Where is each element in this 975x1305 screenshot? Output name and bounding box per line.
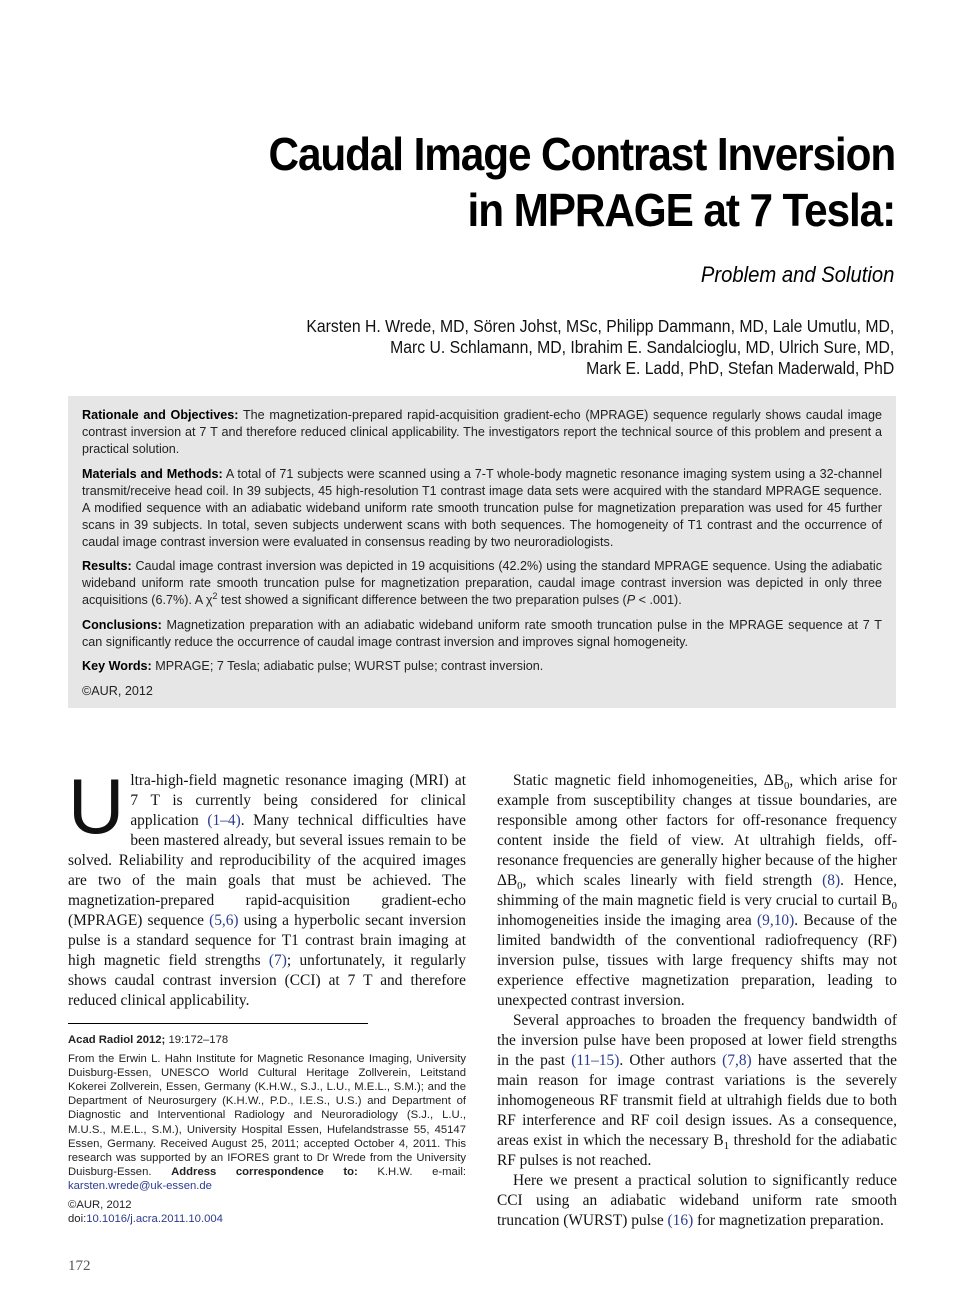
text: K.H.W. e-mail: bbox=[357, 1165, 466, 1178]
text: for magnetization preparation. bbox=[693, 1212, 884, 1229]
text: , which scales linearly with field stren… bbox=[522, 872, 823, 889]
drop-cap: U bbox=[68, 762, 125, 850]
intro-paragraph: Ultra-high-field magnetic resonance imag… bbox=[68, 762, 466, 1011]
article-title: Caudal Image Contrast Inversion in MPRAG… bbox=[268, 126, 896, 238]
section-label: Materials and Methods: bbox=[82, 466, 223, 481]
affiliations: From the Erwin L. Hahn Institute for Mag… bbox=[68, 1052, 466, 1193]
body-paragraph: Several approaches to broaden the freque… bbox=[497, 1011, 897, 1171]
page-number: 172 bbox=[68, 1258, 91, 1274]
footnote: Acad Radiol 2012; 19:172–178 From the Er… bbox=[68, 1033, 466, 1231]
body-paragraph: Static magnetic field inhomogeneities, Δ… bbox=[497, 771, 897, 1011]
body-column-right: Static magnetic field inhomogeneities, Δ… bbox=[497, 771, 897, 1231]
citation-link[interactable]: (8) bbox=[822, 872, 840, 889]
section-label: Results: bbox=[82, 559, 132, 573]
abstract-copyright: ©AUR, 2012 bbox=[82, 683, 153, 698]
author-line: Mark E. Ladd, PhD, Stefan Maderwald, PhD bbox=[585, 358, 894, 378]
title-line-2: in MPRAGE at 7 Tesla: bbox=[467, 184, 896, 236]
abstract-results: Results: Caudal image contrast inversion… bbox=[82, 558, 882, 609]
citation-link[interactable]: (11–15) bbox=[571, 1052, 619, 1069]
section-text: MPRAGE; 7 Tesla; adiabatic pulse; WURST … bbox=[151, 659, 544, 673]
section-text: test showed a significant difference bet… bbox=[217, 593, 627, 607]
citation-link[interactable]: (16) bbox=[668, 1212, 694, 1229]
section-label: Conclusions: bbox=[82, 617, 162, 632]
text: Static magnetic field inhomogeneities, Δ… bbox=[513, 772, 784, 789]
citation-link[interactable]: (7) bbox=[269, 952, 287, 969]
abstract-conclusions: Conclusions: Magnetization preparation w… bbox=[82, 617, 882, 651]
correspondence-label: Address correspondence to: bbox=[171, 1165, 358, 1178]
section-text: < .001). bbox=[635, 593, 682, 607]
citation-link[interactable]: (5,6) bbox=[209, 912, 239, 929]
email-link[interactable]: karsten.wrede@uk-essen.de bbox=[68, 1180, 212, 1192]
citation-link[interactable]: (1–4) bbox=[207, 812, 240, 829]
doi-link[interactable]: 10.1016/j.acra.2011.10.004 bbox=[86, 1213, 223, 1225]
journal-name: Acad Radiol 2012; bbox=[68, 1034, 166, 1046]
section-label: Rationale and Objectives: bbox=[82, 408, 239, 422]
section-label: Key Words: bbox=[82, 659, 152, 673]
citation-link[interactable]: (9,10) bbox=[757, 912, 794, 929]
doi-line: doi:10.1016/j.acra.2011.10.004 bbox=[68, 1212, 466, 1226]
section-text: Magnetization preparation with an adiaba… bbox=[82, 617, 882, 649]
author-line: Karsten H. Wrede, MD, Sören Johst, MSc, … bbox=[306, 316, 894, 336]
author-line: Marc U. Schlamann, MD, Ibrahim E. Sandal… bbox=[389, 337, 894, 357]
citation-link[interactable]: (7,8) bbox=[722, 1052, 752, 1069]
body-column-left: Ultra-high-field magnetic resonance imag… bbox=[68, 762, 466, 1011]
abstract-rationale: Rationale and Objectives: The magnetizat… bbox=[82, 407, 882, 458]
abstract-methods: Materials and Methods: A total of 71 sub… bbox=[82, 466, 882, 551]
doi-label: doi: bbox=[68, 1213, 87, 1226]
volume-pages: 19:172–178 bbox=[165, 1034, 229, 1046]
text: From the Erwin L. Hahn Institute for Mag… bbox=[68, 1053, 466, 1178]
abstract-box: Rationale and Objectives: The magnetizat… bbox=[68, 396, 896, 708]
text: . Other authors bbox=[619, 1052, 723, 1069]
author-list: Karsten H. Wrede, MD, Sören Johst, MSc, … bbox=[306, 316, 894, 379]
title-line-1: Caudal Image Contrast Inversion bbox=[268, 128, 896, 180]
abstract-keywords: Key Words: MPRAGE; 7 Tesla; adiabatic pu… bbox=[82, 658, 882, 675]
p-value-symbol: P bbox=[626, 593, 636, 607]
subscript: 0 bbox=[891, 900, 897, 913]
footnote-divider bbox=[68, 1023, 368, 1024]
article-subtitle: Problem and Solution bbox=[700, 262, 894, 287]
journal-citation: Acad Radiol 2012; 19:172–178 bbox=[68, 1033, 466, 1047]
text: inhomogeneities inside the imaging area bbox=[497, 912, 758, 929]
footnote-copyright: ©AUR, 2012 bbox=[68, 1199, 132, 1212]
body-paragraph: Here we present a practical solution to … bbox=[497, 1171, 897, 1231]
